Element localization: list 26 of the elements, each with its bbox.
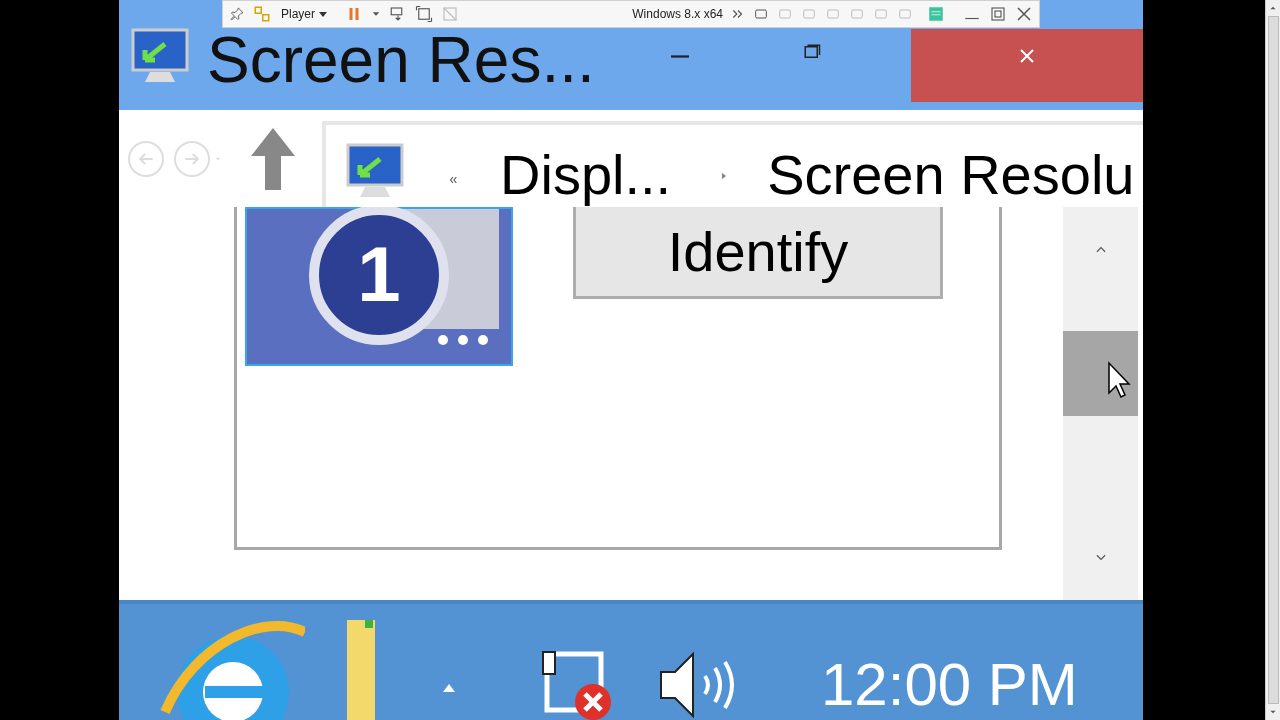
breadcrumb-link[interactable]: Screen Resolu — [767, 143, 1135, 207]
breadcrumb-link[interactable]: Displ... — [500, 143, 672, 207]
close-icon — [1019, 47, 1035, 64]
chevron-down-icon[interactable] — [1269, 708, 1277, 716]
scrollbar-thumb[interactable] — [1063, 331, 1138, 416]
dots-icon — [437, 334, 489, 346]
note-icon[interactable] — [927, 5, 945, 23]
minimize-icon — [671, 54, 689, 58]
player-menu[interactable]: Player — [279, 5, 329, 23]
window-title: Screen Res... — [207, 23, 595, 98]
cursor-icon — [1107, 361, 1131, 399]
monitor-tile[interactable]: 1 — [245, 207, 513, 366]
identify-button[interactable]: Identify — [573, 207, 943, 299]
chevron-up-icon[interactable] — [1269, 4, 1277, 12]
restore-icon[interactable] — [989, 5, 1007, 23]
drive-icon[interactable] — [753, 6, 769, 22]
monitor-number: 1 — [309, 207, 449, 345]
caret-up-icon — [443, 684, 455, 692]
chevrons-icon[interactable] — [731, 7, 745, 21]
close-icon[interactable] — [1015, 5, 1033, 23]
vm-name: Windows 8.x x64 — [632, 6, 723, 23]
caret-icon — [319, 11, 327, 17]
fullscreen-icon[interactable] — [415, 5, 433, 23]
pin-icon[interactable] — [229, 6, 245, 22]
maximize-icon — [803, 43, 821, 61]
squares-icon[interactable] — [253, 5, 271, 23]
